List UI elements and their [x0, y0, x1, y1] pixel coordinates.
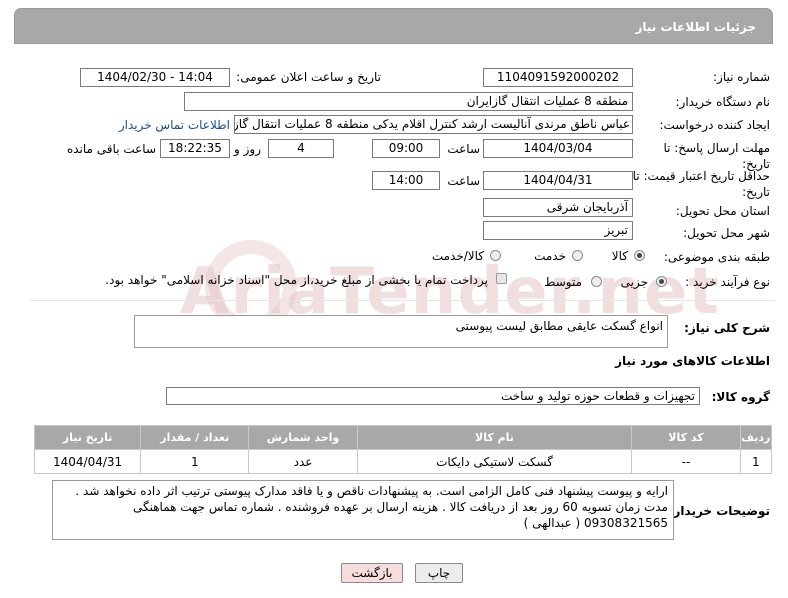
purchase-option-medium: متوسط	[544, 275, 582, 289]
province-label: استان محل تحویل:	[675, 204, 770, 218]
city-field: تبریز	[483, 221, 633, 240]
need-number-field: 1104091592000202	[483, 68, 633, 87]
purchase-type-label: نوع فرآیند خرید :	[685, 275, 770, 289]
category-radio-goods-service[interactable]	[490, 250, 501, 261]
deadline-date-field: 1404/03/04	[483, 139, 633, 158]
cell-date: 1404/04/31	[33, 449, 142, 474]
panel-title: جزئیات اطلاعات نیاز	[635, 20, 756, 34]
province-field: آذربایجان شرقی	[483, 198, 633, 217]
cell-unit: عدد	[248, 449, 358, 474]
remaining-time-field: 18:22:35	[160, 139, 230, 158]
announce-label: تاریخ و ساعت اعلان عمومی:	[236, 70, 381, 84]
buyer-notes-label: توضیحات خریدار:	[668, 504, 770, 518]
validity-time-field: 14:00	[372, 171, 440, 190]
treasury-payment-note: پرداخت تمام یا بخشی از مبلغ خرید،از محل …	[105, 273, 488, 287]
city-label: شهر محل تحویل:	[683, 226, 770, 240]
description-field: انواع گسکت عایقی مطابق لیست پیوستی	[134, 315, 668, 348]
remaining-label: ساعت باقی مانده	[66, 142, 156, 156]
col-unit-header: واحد شمارش	[248, 425, 358, 450]
purchase-option-minor: جزیی	[620, 275, 648, 289]
col-name-header: نام کالا	[356, 425, 633, 450]
cell-name: گسکت لاستیکی دایکات	[356, 449, 633, 474]
table-header-row: ردیف کد کالا نام کالا واحد شمارش تعداد /…	[33, 425, 773, 450]
buyer-org-field: منطقه 8 عملیات انتقال گازایران	[184, 92, 633, 111]
category-option-goods: کالا	[611, 249, 628, 263]
validity-time-label: ساعت	[447, 174, 480, 188]
cell-qty: 1	[140, 449, 250, 474]
purchase-radio-minor[interactable]	[656, 276, 667, 287]
description-label: شرح کلی نیاز:	[684, 321, 770, 335]
col-row-header: ردیف	[739, 425, 773, 450]
category-radio-service[interactable]	[572, 250, 583, 261]
print-button[interactable]: چاپ	[415, 563, 463, 583]
deadline-time-field: 09:00	[372, 139, 440, 158]
col-qty-header: تعداد / مقدار	[140, 425, 250, 450]
goods-group-field: تجهیزات و قطعات حوزه تولید و ساخت	[166, 387, 700, 405]
category-option-goods-service: کالا/خدمت	[431, 249, 484, 263]
days-label: روز و	[234, 142, 261, 156]
creator-label: ایجاد کننده درخواست:	[659, 118, 770, 132]
buyer-notes-field: ارایه و پیوست پیشنهاد فنی کامل الزامی اس…	[52, 480, 674, 540]
purchase-radio-medium[interactable]	[591, 276, 602, 287]
table-row: 1 -- گسکت لاستیکی دایکات عدد 1 1404/04/3…	[33, 449, 773, 474]
goods-info-title: اطلاعات کالاهای مورد نیاز	[615, 354, 770, 368]
col-date-header: تاریخ نیاز	[33, 425, 142, 450]
min-validity-label: حداقل تاریخ اعتبار قیمت: تا تاریخ:	[632, 169, 770, 199]
category-radio-goods[interactable]	[634, 250, 645, 261]
category-label: طبقه بندی موضوعی:	[663, 250, 770, 264]
buyer-contact-link[interactable]: اطلاعات تماس خریدار	[119, 118, 230, 132]
category-option-service: خدمت	[534, 249, 566, 263]
buyer-org-label: نام دستگاه خریدار:	[675, 95, 771, 109]
col-code-header: کد کالا	[631, 425, 741, 450]
goods-group-label: گروه کالا:	[711, 390, 770, 404]
validity-date-field: 1404/04/31	[483, 171, 633, 190]
deadline-time-label: ساعت	[447, 142, 480, 156]
announce-field: 1404/02/30 - 14:04	[80, 68, 230, 87]
cell-row: 1	[739, 449, 773, 474]
treasury-payment-checkbox[interactable]	[496, 273, 507, 284]
goods-table: ردیف کد کالا نام کالا واحد شمارش تعداد /…	[33, 425, 773, 474]
creator-field: عباس ناطق مرندی آنالیست ارشد کنترل اقلام…	[234, 115, 633, 134]
details-panel-header: جزئیات اطلاعات نیاز	[14, 8, 773, 44]
divider	[30, 300, 775, 301]
days-field: 4	[268, 139, 334, 158]
back-button[interactable]: بازگشت	[341, 563, 403, 583]
need-number-label: شماره نیاز:	[713, 70, 770, 84]
cell-code: --	[631, 449, 741, 474]
